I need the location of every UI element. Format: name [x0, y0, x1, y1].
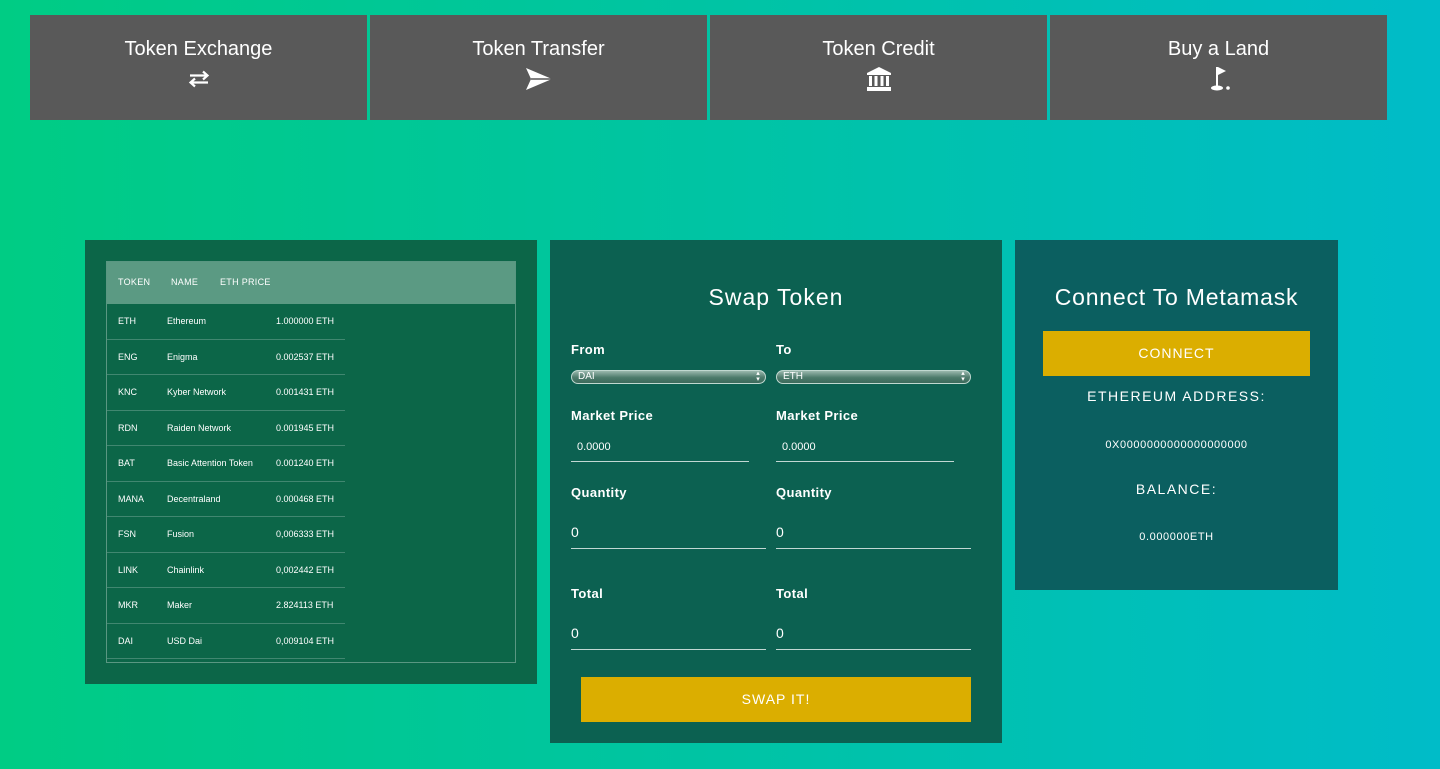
to-token-select[interactable]: ETH ▴ ▾ — [776, 370, 971, 384]
to-market-price-field[interactable]: 0.0000 — [776, 434, 954, 462]
token-name: Basic Attention Token — [167, 458, 253, 468]
from-market-price-label: Market Price — [571, 408, 654, 423]
column-header-name: NAME — [171, 277, 199, 287]
select-arrows-icon: ▴ ▾ — [961, 370, 965, 383]
token-name: Raiden Network — [167, 422, 232, 433]
swap-token-panel: Swap Token From To DAI ▴ ▾ ETH ▴ ▾ Market … — [550, 240, 1002, 743]
token-name: Enigma — [167, 351, 198, 362]
select-arrows-icon: ▴ ▾ — [756, 370, 760, 383]
token-price-panel: TOKEN NAME ETH PRICE ETH Ethereum 1.000000… — [85, 240, 537, 684]
tab-label: Token Exchange — [124, 38, 273, 60]
golf-flag-icon — [1207, 67, 1231, 91]
table-row[interactable]: DAI USD Dai 0,009104 ETH — [107, 624, 345, 659]
from-quantity-input[interactable]: 0 — [571, 515, 766, 549]
from-quantity-label: Quantity — [571, 485, 627, 500]
token-eth-price: 0.001431 ETH — [276, 387, 335, 397]
bank-icon — [866, 67, 892, 91]
token-symbol: MANA — [118, 493, 145, 504]
metamask-title: Connect To Metamask — [1054, 284, 1299, 310]
selected-value: DAI — [578, 371, 595, 382]
tab-token-credit[interactable]: Token Credit — [710, 15, 1047, 120]
exchange-arrows-icon — [187, 67, 211, 91]
table-row[interactable]: ETH Ethereum 1.000000 ETH — [107, 304, 345, 340]
from-market-price-field[interactable]: 0.0000 — [571, 434, 749, 462]
table-row[interactable]: RDN Raiden Network 0.001945 ETH — [107, 411, 345, 446]
from-total-label: Total — [571, 586, 604, 601]
token-name: Ethereum — [167, 316, 207, 326]
token-name: Kyber Network — [167, 387, 227, 397]
balance-label: BALANCE: — [1135, 481, 1218, 497]
from-label: From — [571, 342, 606, 357]
table-row[interactable]: MANA Decentraland 0.000468 ETH — [107, 482, 345, 517]
tab-token-transfer[interactable]: Token Transfer — [370, 15, 707, 120]
token-symbol: RDN — [118, 422, 138, 433]
metamask-panel: Connect To Metamask CONNECT ETHEREUM ADD… — [1015, 240, 1338, 590]
token-name: Decentraland — [167, 493, 221, 504]
top-navigation: Token Exchange Token Transfer Token Cred… — [30, 15, 1389, 120]
token-symbol: MKR — [118, 600, 138, 610]
token-symbol: FSN — [118, 529, 136, 539]
column-header-token: TOKEN — [118, 277, 151, 287]
token-name: Fusion — [167, 529, 195, 539]
tab-label: Token Transfer — [472, 38, 605, 60]
token-symbol: DAI — [118, 635, 134, 646]
to-market-price-label: Market Price — [776, 408, 859, 423]
token-eth-price: 0.000468 ETH — [276, 493, 335, 504]
to-total-label: Total — [776, 586, 809, 601]
tab-buy-a-land[interactable]: Buy a Land — [1050, 15, 1387, 120]
token-name: Maker — [167, 600, 193, 610]
paper-plane-icon — [525, 67, 553, 91]
table-row[interactable]: ENG Enigma 0.002537 ETH — [107, 340, 345, 375]
token-name: Chainlink — [167, 564, 205, 575]
tab-label: Buy a Land — [1167, 38, 1270, 60]
token-name: USD Dai — [167, 635, 203, 646]
token-symbol: ETH — [118, 316, 136, 326]
token-symbol: BAT — [118, 458, 135, 468]
token-symbol: ENG — [118, 351, 138, 362]
token-eth-price: 0.002537 ETH — [276, 351, 335, 362]
to-quantity-input[interactable]: 0 — [776, 515, 971, 549]
token-eth-price: 0.001240 ETH — [276, 458, 335, 468]
swap-title: Swap Token — [708, 284, 844, 310]
table-row[interactable]: BAT Basic Attention Token 0.001240 ETH — [107, 446, 345, 482]
token-symbol: KNC — [118, 387, 138, 397]
ethereum-address-label: ETHEREUM ADDRESS: — [1087, 388, 1266, 404]
balance-value: 0.000000ETH — [1139, 531, 1214, 543]
selected-value: ETH — [783, 371, 803, 382]
swap-button[interactable]: SWAP IT! — [581, 677, 971, 722]
table-row[interactable]: FSN Fusion 0,006333 ETH — [107, 517, 345, 553]
table-row[interactable]: KNC Kyber Network 0.001431 ETH — [107, 375, 345, 411]
token-eth-price: 2.824113 ETH — [276, 600, 334, 610]
tab-label: Token Credit — [822, 38, 935, 60]
connect-button[interactable]: CONNECT — [1043, 331, 1310, 376]
table-body: ETH Ethereum 1.000000 ETH ENG Enigma 0.002537… — [107, 304, 515, 659]
to-quantity-label: Quantity — [776, 485, 832, 500]
token-eth-price: 0.001945 ETH — [276, 422, 335, 433]
from-token-select[interactable]: DAI ▴ ▾ — [571, 370, 766, 384]
ethereum-address-value: 0X0000000000000000000 — [1105, 439, 1248, 451]
table-row[interactable]: LINK Chainlink 0,002442 ETH — [107, 553, 345, 588]
to-total-field[interactable]: 0 — [776, 616, 971, 650]
token-eth-price: 0,002442 ETH — [276, 564, 335, 575]
table-header: TOKEN NAME ETH PRICE — [107, 262, 515, 304]
table-row[interactable]: MKR Maker 2.824113 ETH — [107, 588, 345, 624]
to-label: To — [776, 342, 792, 357]
tab-token-exchange[interactable]: Token Exchange — [30, 15, 367, 120]
column-header-eth-price: ETH PRICE — [220, 277, 271, 287]
token-symbol: LINK — [118, 564, 139, 575]
token-eth-price: 1.000000 ETH — [276, 316, 335, 326]
token-eth-price: 0,006333 ETH — [276, 529, 335, 539]
token-price-table[interactable]: TOKEN NAME ETH PRICE ETH Ethereum 1.000000… — [106, 261, 516, 663]
from-total-field[interactable]: 0 — [571, 616, 766, 650]
token-eth-price: 0,009104 ETH — [276, 635, 335, 646]
